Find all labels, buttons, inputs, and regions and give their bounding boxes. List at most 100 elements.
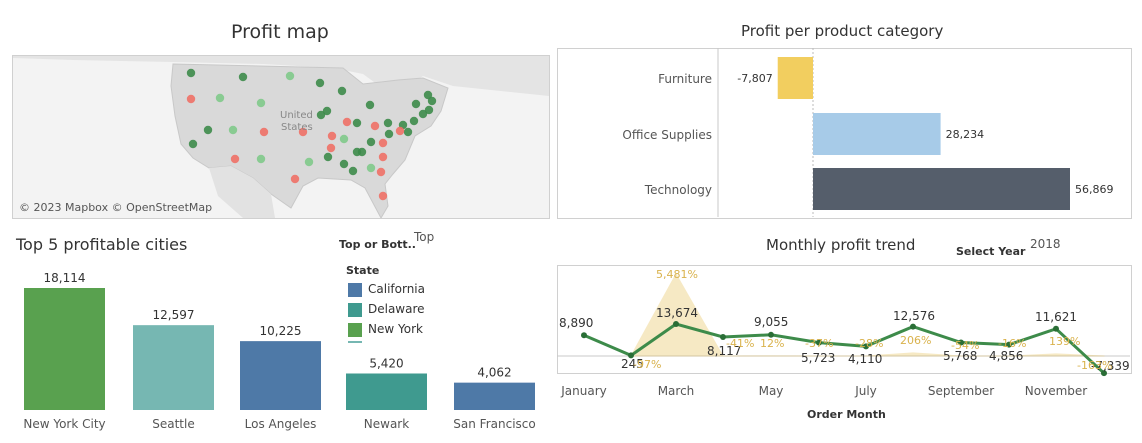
map-marker[interactable]: [290, 174, 300, 184]
growth-value-label: 206%: [900, 334, 931, 347]
category-bar[interactable]: [777, 57, 813, 99]
map-marker[interactable]: [384, 129, 394, 139]
map-marker[interactable]: [357, 147, 367, 157]
map-marker[interactable]: [315, 78, 325, 88]
growth-value-label: -97%: [633, 358, 661, 371]
map-marker[interactable]: [230, 154, 240, 164]
city-value-label: 5,420: [369, 356, 403, 370]
map-marker[interactable]: [337, 86, 347, 96]
city-category-label: New York City: [23, 417, 105, 431]
year-select-value[interactable]: 2018: [1030, 237, 1061, 251]
city-category-label: Newark: [364, 417, 409, 431]
trend-x-axis-label: Order Month: [807, 408, 886, 421]
city-bar[interactable]: [133, 325, 214, 410]
profit-point[interactable]: [910, 323, 916, 330]
map-marker[interactable]: [418, 109, 428, 119]
category-bar[interactable]: [813, 113, 941, 155]
city-value-label: 12,597: [153, 308, 195, 322]
category-label: Furniture: [658, 72, 712, 86]
growth-value-label: -41%: [726, 337, 754, 350]
map-marker[interactable]: [383, 118, 393, 128]
trend-x-tick-label: May: [759, 384, 784, 398]
profit-value-label: 9,055: [754, 315, 788, 329]
profit-point[interactable]: [673, 321, 679, 327]
map-marker[interactable]: [326, 143, 336, 153]
map-marker[interactable]: [304, 157, 314, 167]
map-marker[interactable]: [365, 100, 375, 110]
city-category-label: Seattle: [152, 417, 194, 431]
profit-value-label: 5,723: [801, 351, 835, 365]
profit-map[interactable]: United States © 2023 Mapbox © OpenStreet…: [12, 55, 550, 219]
category-bar[interactable]: [813, 168, 1070, 210]
trend-x-tick-label: November: [1025, 384, 1087, 398]
profit-point[interactable]: [581, 332, 587, 339]
map-marker[interactable]: [203, 125, 213, 135]
category-chart[interactable]: Furniture -7,807 Office Supplies 28,234 Tech…: [557, 48, 1130, 217]
year-select-label: Select Year: [956, 245, 1026, 258]
map-marker[interactable]: [378, 191, 388, 201]
map-marker[interactable]: [376, 167, 386, 177]
map-marker[interactable]: [339, 134, 349, 144]
profit-value-label: 8,890: [559, 316, 593, 330]
map-country-label-2: States: [281, 122, 313, 133]
city-bar[interactable]: [24, 288, 105, 410]
cities-title: Top 5 profitable cities: [16, 235, 188, 254]
map-marker[interactable]: [427, 96, 437, 106]
map-marker[interactable]: [238, 72, 248, 82]
map-marker[interactable]: [370, 121, 380, 131]
city-bar[interactable]: [454, 382, 535, 410]
map-marker[interactable]: [366, 137, 376, 147]
map-marker[interactable]: [256, 154, 266, 164]
map-marker[interactable]: [409, 116, 419, 126]
top-bottom-filter-value[interactable]: Top: [414, 230, 434, 244]
map-marker[interactable]: [378, 152, 388, 162]
profit-value-label: 11,621: [1035, 310, 1077, 324]
growth-value-label: -28%: [855, 337, 883, 350]
cities-chart[interactable]: 18,114 New York City 12,597 Seattle 10,225 Lo…: [12, 255, 542, 443]
profit-value-label: 12,576: [893, 309, 935, 323]
map-marker[interactable]: [327, 131, 337, 141]
map-attribution[interactable]: © 2023 Mapbox © OpenStreetMap: [19, 201, 212, 214]
profit-value-label: 13,674: [656, 306, 698, 320]
map-country-label-1: United: [280, 110, 313, 121]
growth-value-label: 12%: [760, 337, 784, 350]
map-marker[interactable]: [228, 125, 238, 135]
city-value-label: 18,114: [44, 271, 86, 285]
map-marker[interactable]: [256, 98, 266, 108]
map-marker[interactable]: [352, 118, 362, 128]
growth-value-label: -37%: [805, 337, 833, 350]
map-marker[interactable]: [339, 159, 349, 169]
profit-map-title: Profit map: [231, 21, 329, 43]
category-value-label: 56,869: [1075, 183, 1114, 196]
map-marker[interactable]: [259, 127, 269, 137]
city-bar[interactable]: [346, 373, 427, 410]
city-bar[interactable]: [240, 341, 321, 410]
city-category-label: Los Angeles: [245, 417, 317, 431]
map-marker[interactable]: [285, 71, 295, 81]
map-marker[interactable]: [395, 126, 405, 136]
map-marker[interactable]: [186, 68, 196, 78]
map-marker[interactable]: [378, 138, 388, 148]
profit-value-label: 4,856: [989, 349, 1023, 363]
map-marker[interactable]: [215, 93, 225, 103]
map-marker[interactable]: [342, 117, 352, 127]
growth-value-label: 5,481%: [656, 268, 698, 281]
map-marker[interactable]: [188, 139, 198, 149]
map-marker[interactable]: [348, 166, 358, 176]
trend-x-tick-label: January: [560, 384, 607, 398]
profit-point[interactable]: [1053, 325, 1059, 332]
city-value-label: 4,062: [477, 366, 511, 380]
growth-value-label: -16%: [998, 337, 1026, 350]
trend-x-tick-label: March: [658, 384, 695, 398]
growth-value-label: -163%: [1077, 359, 1112, 372]
map-marker[interactable]: [366, 163, 376, 173]
trend-x-tick-label: September: [928, 384, 994, 398]
map-marker[interactable]: [411, 99, 421, 109]
growth-value-label: 139%: [1049, 335, 1080, 348]
map-marker[interactable]: [322, 106, 332, 116]
map-marker[interactable]: [186, 94, 196, 104]
map-marker[interactable]: [403, 127, 413, 137]
trend-chart[interactable]: 8,89024513,6748,1179,0555,723 4,11012,576…: [557, 262, 1137, 422]
map-marker[interactable]: [323, 152, 333, 162]
profit-value-label: 4,110: [848, 352, 882, 366]
